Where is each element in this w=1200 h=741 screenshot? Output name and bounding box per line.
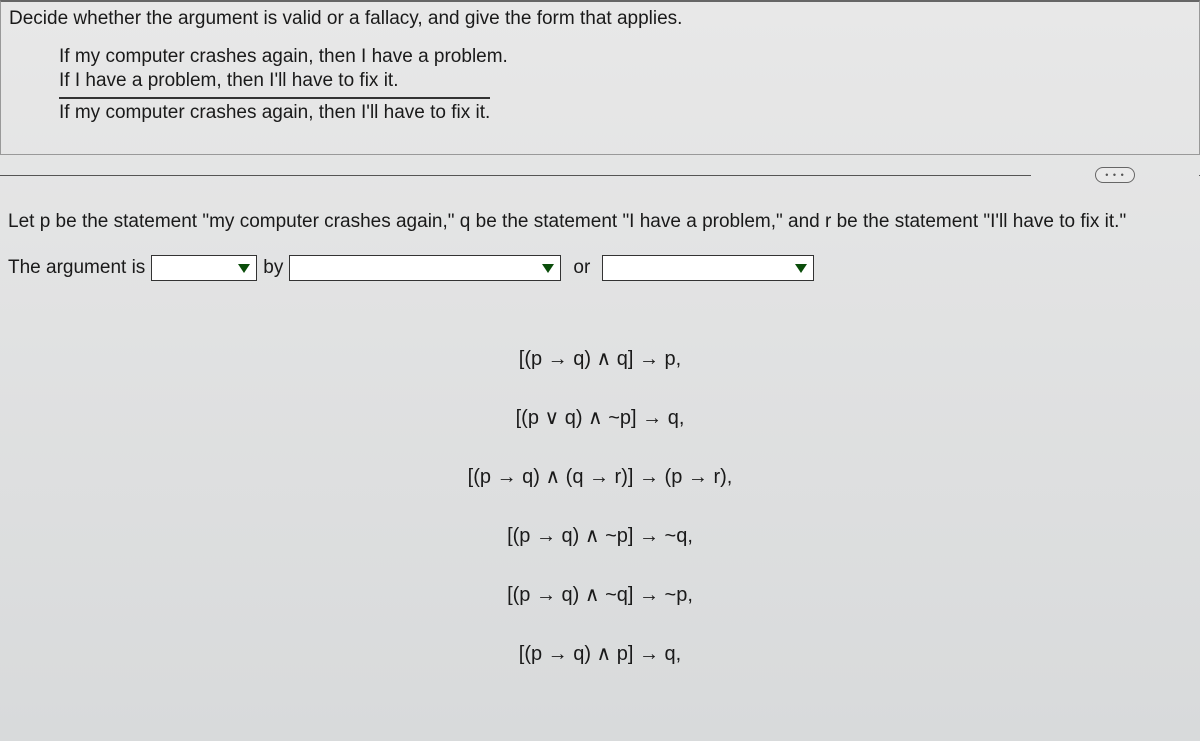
section-divider: • • • bbox=[0, 167, 1200, 183]
argument-block: If my computer crashes again, then I hav… bbox=[59, 46, 1191, 124]
variable-setup: Let p be the statement "my computer cras… bbox=[8, 211, 1192, 233]
form-dropdown-2[interactable] bbox=[602, 255, 814, 281]
formula-6: [(p → q) ∧ p] → q, bbox=[8, 641, 1192, 666]
answer-row: The argument is by or bbox=[8, 255, 1192, 281]
premise-1: If my computer crashes again, then I hav… bbox=[59, 46, 1191, 68]
by-text: by bbox=[263, 257, 283, 279]
dropdown-icon bbox=[795, 264, 807, 273]
ellipsis-button[interactable]: • • • bbox=[1095, 167, 1135, 183]
question-panel: Decide whether the argument is valid or … bbox=[0, 0, 1200, 155]
answer-section: Let p be the statement "my computer cras… bbox=[0, 211, 1200, 666]
conclusion: If my computer crashes again, then I'll … bbox=[59, 97, 490, 124]
formula-1: [(p → q) ∧ q] → p, bbox=[8, 346, 1192, 371]
formula-3: [(p → q) ∧ (q → r)] → (p → r), bbox=[8, 464, 1192, 489]
formula-5: [(p → q) ∧ ~q] → ~p, bbox=[8, 582, 1192, 607]
answer-lead-text: The argument is bbox=[8, 257, 145, 279]
formula-2: [(p ∨ q) ∧ ~p] → q, bbox=[8, 405, 1192, 430]
ellipsis-icon: • • • bbox=[1105, 170, 1124, 180]
premise-2: If I have a problem, then I'll have to f… bbox=[59, 70, 1191, 92]
dropdown-icon bbox=[238, 264, 250, 273]
formula-list: [(p → q) ∧ q] → p, [(p ∨ q) ∧ ~p] → q, [… bbox=[8, 346, 1192, 666]
dropdown-icon bbox=[542, 264, 554, 273]
or-text: or bbox=[573, 257, 590, 279]
question-prompt: Decide whether the argument is valid or … bbox=[9, 8, 1191, 30]
formula-4: [(p → q) ∧ ~p] → ~q, bbox=[8, 523, 1192, 548]
form-dropdown-1[interactable] bbox=[289, 255, 561, 281]
divider-line-left bbox=[0, 175, 1031, 176]
validity-dropdown[interactable] bbox=[151, 255, 257, 281]
